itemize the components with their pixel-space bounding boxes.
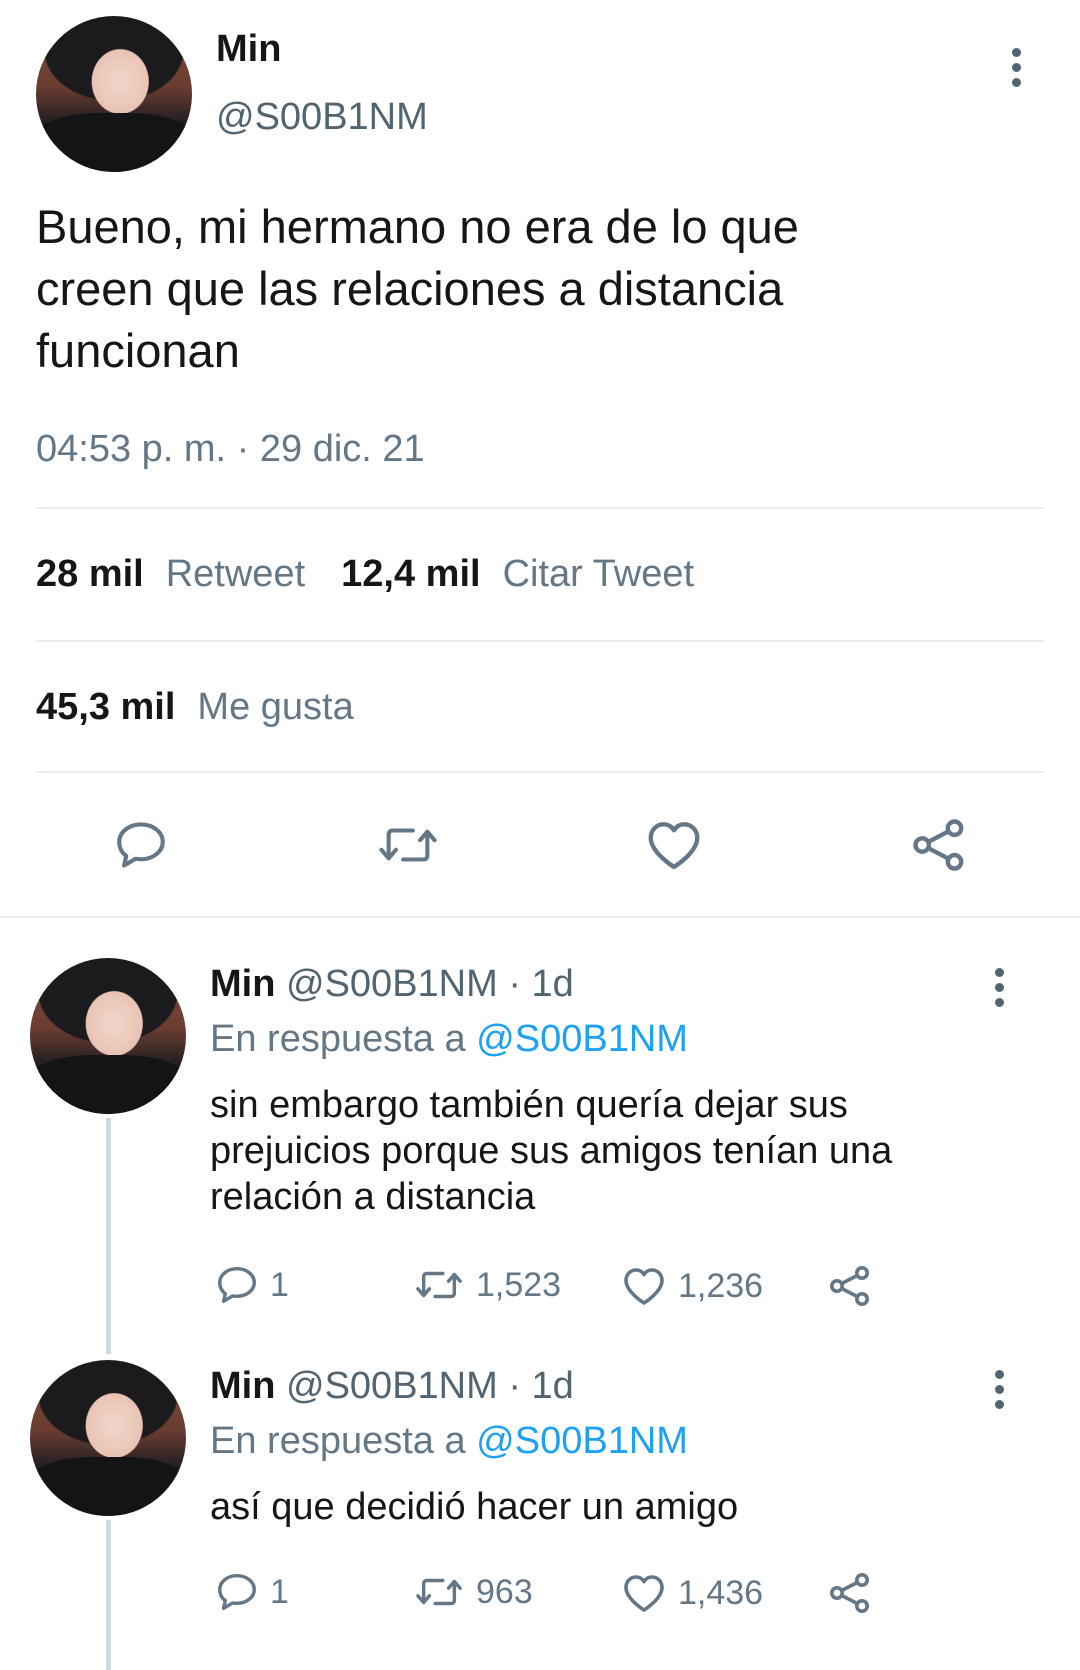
tweet-text-line: Bueno, mi hermano no era de lo que xyxy=(36,200,799,253)
reply-to-link[interactable]: @S00B1NM xyxy=(476,1018,688,1060)
tweet-text: Bueno, mi hermano no era de lo que creen… xyxy=(36,196,1036,382)
speech-bubble-icon xyxy=(218,1266,256,1304)
likes-stats: 45,3 mil Me gusta xyxy=(36,686,390,729)
reply-author-name[interactable]: Min xyxy=(210,963,275,1005)
like-button[interactable] xyxy=(643,814,705,876)
reply-count: 1 xyxy=(270,1265,289,1304)
reply-action[interactable]: 1 xyxy=(214,1569,289,1615)
reply-text-line: relación a distancia xyxy=(210,1176,536,1218)
author-handle[interactable]: @S00B1NM xyxy=(216,96,428,139)
share-nodes-icon xyxy=(830,1266,869,1306)
retweet-action[interactable]: 1,523 xyxy=(412,1262,561,1308)
quote-label[interactable]: Citar Tweet xyxy=(503,553,694,596)
speech-bubble-icon xyxy=(218,1573,256,1611)
reply-text-line: sin embargo también quería dejar sus xyxy=(210,1084,848,1126)
reply-author-handle[interactable]: @S00B1NM xyxy=(286,1365,498,1407)
like-action[interactable]: 1,436 xyxy=(620,1569,763,1617)
reply-prefix: En respuesta a xyxy=(210,1420,466,1462)
share-nodes-icon xyxy=(913,819,964,871)
retweet-button[interactable] xyxy=(375,816,441,874)
retweet-arrows-icon xyxy=(379,828,437,862)
more-options-icon[interactable] xyxy=(1012,48,1022,93)
reply-age: · 1d xyxy=(508,1365,574,1407)
reply-button[interactable] xyxy=(112,816,170,874)
avatar[interactable] xyxy=(30,1360,186,1516)
tweet-text-line: creen que las relaciones a distancia xyxy=(36,262,784,315)
like-count: 1,236 xyxy=(678,1266,764,1305)
reply-text: así que decidió hacer un amigo xyxy=(210,1484,1040,1530)
reply-text-line: prejuicios porque sus amigos tenían una xyxy=(210,1130,893,1172)
heart-icon xyxy=(624,1268,664,1305)
retweet-label[interactable]: Retweet xyxy=(166,553,305,596)
like-action[interactable]: 1,236 xyxy=(620,1262,763,1310)
reply-to-link[interactable]: @S00B1NM xyxy=(476,1420,688,1462)
reply-context: En respuesta a @S00B1NM xyxy=(210,1420,688,1463)
quote-count[interactable]: 12,4 mil xyxy=(341,553,480,596)
avatar[interactable] xyxy=(30,958,186,1114)
like-count: 1,436 xyxy=(678,1573,764,1612)
reply-count: 1 xyxy=(270,1572,289,1611)
retweet-count: 963 xyxy=(476,1572,533,1611)
retweet-arrows-icon xyxy=(416,1271,462,1299)
retweet-count[interactable]: 28 mil xyxy=(36,553,144,596)
engagement-stats: 28 mil Retweet 12,4 mil Citar Tweet xyxy=(36,553,730,596)
reply-age: · 1d xyxy=(508,963,574,1005)
reply-prefix: En respuesta a xyxy=(210,1018,466,1060)
reply-text: sin embargo también quería dejar sus pre… xyxy=(210,1082,1040,1220)
tweet-timestamp[interactable]: 04:53 p. m. · 29 dic. 21 xyxy=(36,428,425,471)
speech-bubble-icon xyxy=(117,822,165,868)
divider xyxy=(36,507,1044,509)
divider xyxy=(36,771,1044,773)
reply-author-name[interactable]: Min xyxy=(210,1365,275,1407)
reply-header: Min @S00B1NM · 1d xyxy=(210,963,574,1006)
share-button[interactable] xyxy=(826,1262,874,1315)
divider xyxy=(36,640,1044,642)
like-count[interactable]: 45,3 mil xyxy=(36,686,175,729)
share-button[interactable] xyxy=(826,1569,874,1622)
reply-action[interactable]: 1 xyxy=(214,1262,289,1308)
reply-text-line: así que decidió hacer un amigo xyxy=(210,1486,739,1528)
more-options-icon[interactable] xyxy=(995,1370,1005,1415)
heart-icon xyxy=(624,1575,664,1612)
thread-line xyxy=(106,1118,111,1354)
share-button[interactable] xyxy=(908,814,970,876)
author-name[interactable]: Min xyxy=(216,28,281,71)
more-options-icon[interactable] xyxy=(995,968,1005,1013)
reply-header: Min @S00B1NM · 1d xyxy=(210,1365,574,1408)
share-nodes-icon xyxy=(830,1573,869,1613)
avatar[interactable] xyxy=(36,16,192,172)
heart-icon xyxy=(648,822,700,870)
like-label[interactable]: Me gusta xyxy=(197,686,353,729)
reply-context: En respuesta a @S00B1NM xyxy=(210,1018,688,1061)
retweet-count: 1,523 xyxy=(476,1265,562,1304)
section-separator xyxy=(0,916,1080,918)
reply-author-handle[interactable]: @S00B1NM xyxy=(286,963,498,1005)
thread-line xyxy=(106,1520,111,1670)
retweet-arrows-icon xyxy=(416,1578,462,1606)
tweet-text-line: funcionan xyxy=(36,324,240,377)
retweet-action[interactable]: 963 xyxy=(412,1569,533,1615)
